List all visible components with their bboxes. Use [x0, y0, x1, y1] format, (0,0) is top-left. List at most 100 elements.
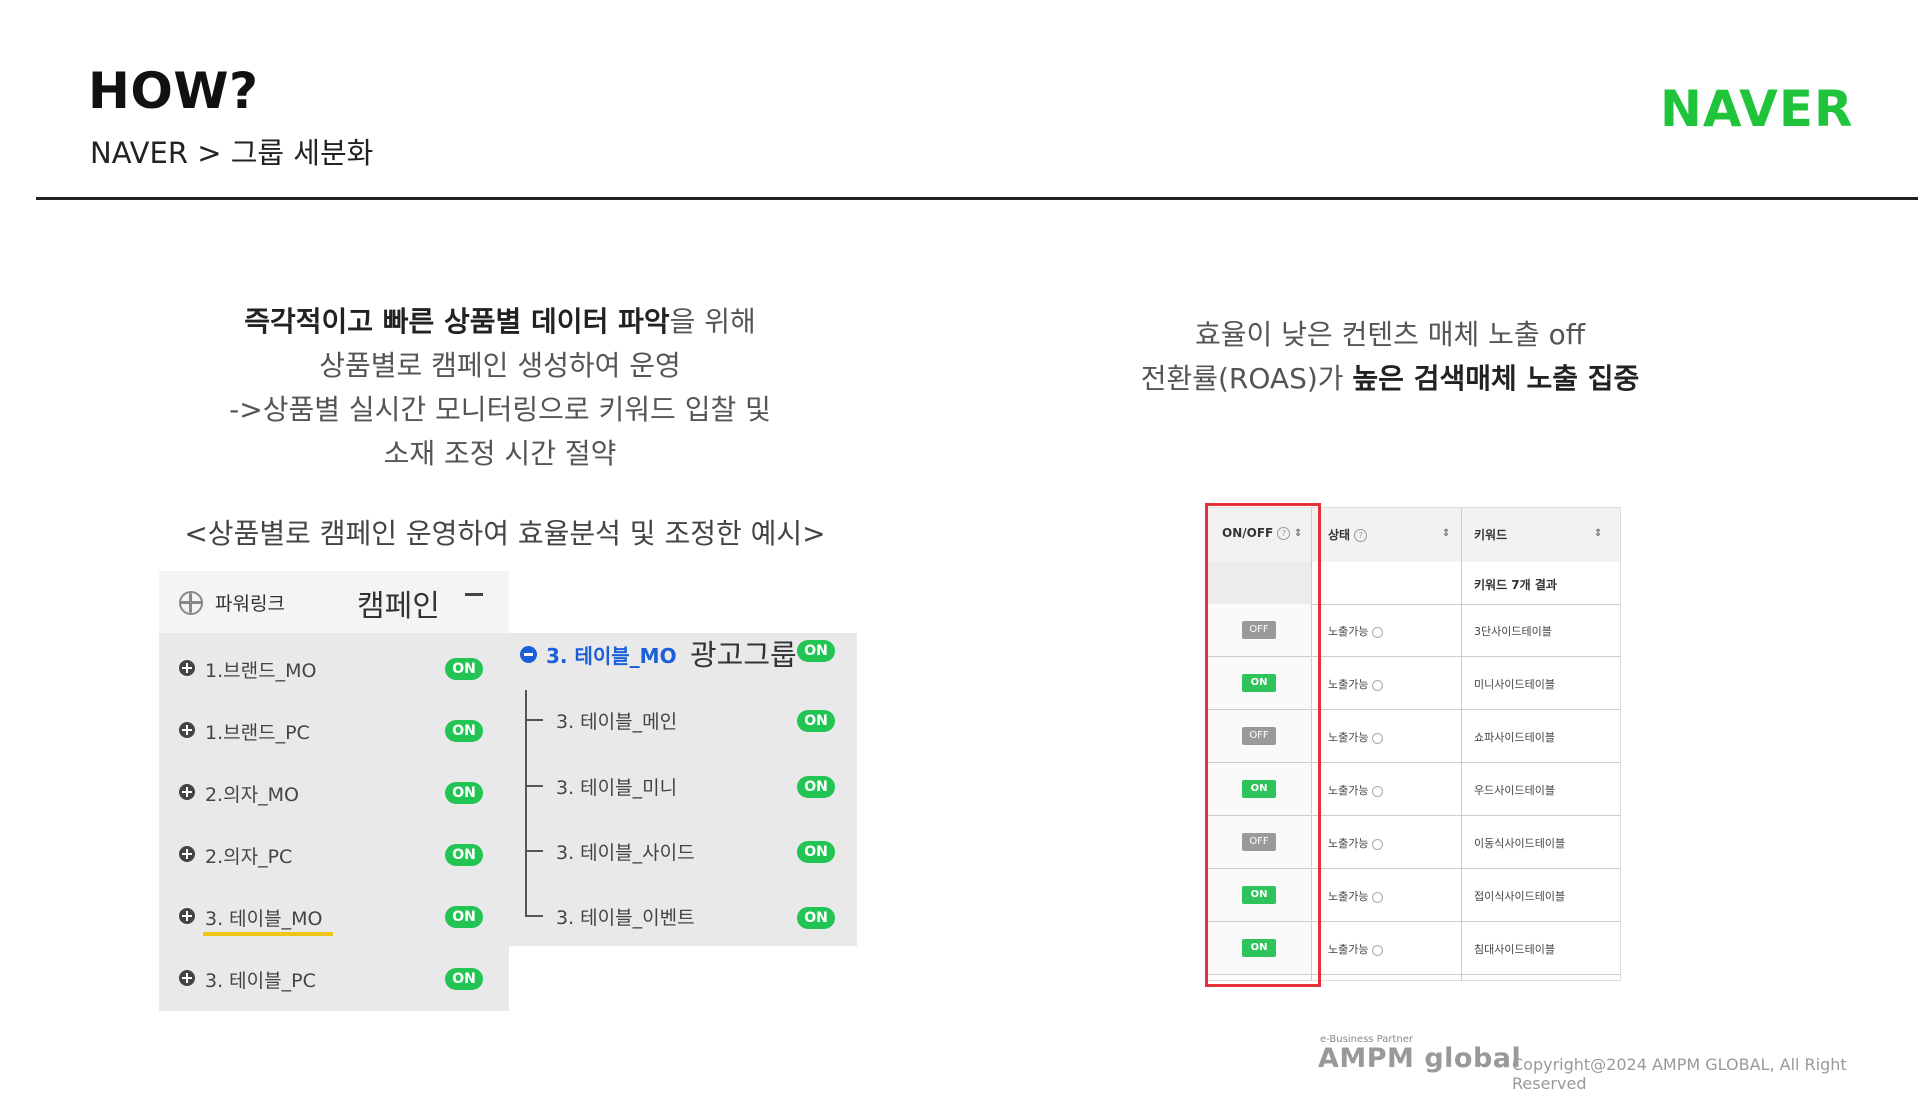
campaign-item[interactable]: 2.의자_MO ON [179, 772, 499, 812]
info-icon[interactable] [1372, 944, 1384, 956]
example-caption: <상품별로 캠페인 운영하여 효율분석 및 조정한 예시> [184, 517, 826, 550]
expand-icon[interactable] [179, 784, 195, 800]
on-badge[interactable]: ON [445, 720, 483, 742]
column-divider [1461, 508, 1462, 980]
on-badge[interactable]: ON [445, 844, 483, 866]
info-icon[interactable] [1372, 785, 1384, 797]
left-description: 즉각적이고 빠른 상품별 데이터 파악을 위해 상품별로 캠페인 생성하여 운영… [160, 300, 840, 476]
on-badge[interactable]: ON [445, 968, 483, 990]
sort-icon[interactable]: ⇕ [1442, 528, 1450, 539]
left-desc-line-2: 상품별로 캠페인 생성하여 운영 [319, 349, 681, 382]
campaign-item-label: 2.의자_MO [205, 784, 299, 806]
on-badge[interactable]: ON [445, 658, 483, 680]
campaign-item[interactable]: 2.의자_PC ON [179, 834, 499, 874]
keyword-cell[interactable]: 접이식사이드테이블 [1474, 888, 1565, 904]
info-icon[interactable] [1372, 838, 1384, 850]
adgroup-title: 광고그룹 [690, 638, 797, 672]
status-text: 노출가능 [1328, 678, 1369, 691]
status-cell: 노출가능 [1328, 888, 1384, 904]
left-desc-line-4: 소재 조정 시간 절약 [383, 437, 617, 470]
on-badge[interactable]: ON [797, 841, 835, 863]
status-cell: 노출가능 [1328, 941, 1384, 957]
info-icon[interactable] [1372, 891, 1384, 903]
keyword-cell[interactable]: 미니사이드테이블 [1474, 676, 1555, 692]
expand-icon[interactable] [179, 722, 195, 738]
right-desc-line-2-pre: 전환률(ROAS)가 [1140, 362, 1353, 395]
tree-connector [525, 690, 543, 917]
expand-icon[interactable] [179, 846, 195, 862]
campaign-list: 1.브랜드_MO ON 1.브랜드_PC ON 2.의자_MO ON 2.의자_… [159, 633, 509, 1011]
info-icon[interactable] [1372, 732, 1384, 744]
right-desc-line-2-bold: 높은 검색매체 노출 집중 [1352, 362, 1640, 395]
right-desc-line-1: 효율이 낮은 컨텐츠 매체 노출 off [1194, 318, 1586, 351]
campaign-item-label: 3. 테이블_MO [205, 908, 323, 930]
ampm-logo: AMPM global [1318, 1043, 1522, 1074]
left-desc-line-1: 즉각적이고 빠른 상품별 데이터 파악을 위해 [160, 300, 840, 344]
keyword-cell[interactable]: 3단사이드테이블 [1474, 623, 1552, 639]
right-description: 효율이 낮은 컨텐츠 매체 노출 off 전환률(ROAS)가 높은 검색매체 … [1110, 313, 1670, 401]
page-title: HOW? [88, 62, 259, 120]
onoff-highlight-box [1205, 503, 1321, 987]
on-badge[interactable]: ON [797, 907, 835, 929]
campaign-label: 캠페인 [357, 589, 440, 624]
status-text: 노출가능 [1328, 890, 1369, 903]
collapse-circle-icon[interactable] [520, 646, 537, 663]
on-badge[interactable]: ON [797, 710, 835, 732]
expand-icon[interactable] [179, 660, 195, 676]
campaign-item[interactable]: 1.브랜드_MO ON [179, 648, 499, 688]
campaign-item-label: 2.의자_PC [205, 846, 293, 868]
campaign-item[interactable]: 1.브랜드_PC ON [179, 710, 499, 750]
info-icon[interactable] [1372, 679, 1384, 691]
adgroup-item-label[interactable]: 3. 테이블_미니 [556, 773, 677, 800]
expand-icon[interactable] [179, 970, 195, 986]
info-icon[interactable] [1372, 626, 1384, 638]
status-cell: 노출가능 [1328, 623, 1384, 639]
sort-icon[interactable]: ⇕ [1594, 528, 1602, 539]
status-cell: 노출가능 [1328, 676, 1384, 692]
status-text: 노출가능 [1328, 625, 1369, 638]
campaign-item-label: 1.브랜드_MO [205, 660, 317, 682]
campaign-panel-header: 파워링크 캠페인 [159, 571, 509, 633]
help-icon[interactable]: ? [1354, 529, 1368, 542]
status-text: 노출가능 [1328, 784, 1369, 797]
expand-icon[interactable] [179, 908, 195, 924]
on-badge[interactable]: ON [797, 776, 835, 798]
keyword-cell[interactable]: 쇼파사이드테이블 [1474, 729, 1555, 745]
keyword-cell[interactable]: 침대사이드테이블 [1474, 941, 1555, 957]
left-desc-line-1-rest: 을 위해 [669, 305, 756, 338]
globe-icon [179, 591, 203, 615]
collapse-icon[interactable] [465, 593, 483, 596]
summary-text: 키워드 7개 결과 [1474, 578, 1557, 592]
adgroup-item-label[interactable]: 3. 테이블_사이드 [556, 838, 695, 865]
naver-logo: NAVER [1660, 80, 1854, 138]
left-desc-line-1-bold: 즉각적이고 빠른 상품별 데이터 파악 [244, 305, 670, 338]
status-cell: 노출가능 [1328, 835, 1384, 851]
on-badge[interactable]: ON [797, 640, 835, 662]
col-status-label: 상태 [1328, 528, 1351, 542]
campaign-item-label: 1.브랜드_PC [205, 722, 310, 744]
adgroup-campaign-name: 3. 테이블_MO [546, 644, 677, 668]
tree-branch [525, 850, 543, 852]
header-divider [36, 197, 1918, 200]
on-badge[interactable]: ON [445, 906, 483, 928]
left-desc-line-3: ->상품별 실시간 모니터링으로 키워드 입찰 및 [229, 393, 771, 426]
status-cell: 노출가능 [1328, 729, 1384, 745]
campaign-item-selected[interactable]: 3. 테이블_MO ON [179, 896, 499, 936]
col-keyword-header[interactable]: 키워드 [1474, 526, 1507, 543]
adgroup-item-label[interactable]: 3. 테이블_이벤트 [556, 903, 695, 930]
keyword-cell[interactable]: 우드사이드테이블 [1474, 782, 1555, 798]
status-text: 노출가능 [1328, 731, 1369, 744]
tree-branch [525, 719, 543, 721]
status-text: 노출가능 [1328, 943, 1369, 956]
tree-branch [525, 915, 543, 917]
adgroup-item-label[interactable]: 3. 테이블_메인 [556, 707, 677, 734]
keyword-cell[interactable]: 이동식사이드테이블 [1474, 835, 1565, 851]
col-status-header[interactable]: 상태 ? [1328, 526, 1368, 543]
status-cell: 노출가능 [1328, 782, 1384, 798]
on-badge[interactable]: ON [445, 782, 483, 804]
page-subtitle: NAVER > 그룹 세분화 [90, 136, 374, 170]
tree-branch [525, 785, 543, 787]
campaign-item[interactable]: 3. 테이블_PC ON [179, 958, 499, 998]
powerlink-label: 파워링크 [215, 593, 285, 615]
copyright-text: Copyright@2024 AMPM GLOBAL, All Right Re… [1512, 1055, 1847, 1093]
